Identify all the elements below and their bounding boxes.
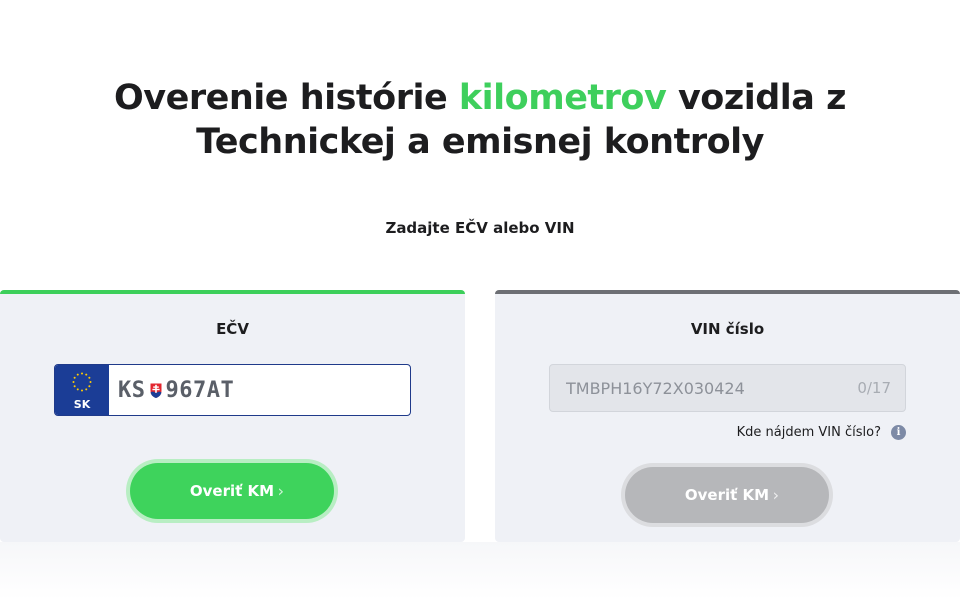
chevron-right-icon: ›: [277, 481, 284, 501]
ecv-submit-wrapper: Overiť KM ›: [126, 459, 338, 523]
vin-input[interactable]: [550, 365, 905, 411]
ecv-verify-label: Overiť KM: [189, 482, 275, 500]
page-title: Overenie histórie kilometrov vozidla z T…: [0, 76, 960, 164]
vin-card-title: VIN číslo: [690, 320, 765, 338]
license-plate-input[interactable]: SK KS 967AT: [54, 364, 411, 416]
vin-submit-wrapper: Overiť KM ›: [621, 463, 833, 527]
vin-verify-label: Overiť KM: [684, 486, 770, 504]
plate-value[interactable]: KS 967AT: [109, 365, 234, 415]
plate-country-code: SK: [73, 398, 91, 411]
chevron-right-icon: ›: [772, 485, 779, 505]
plate-prefix: KS: [118, 377, 146, 403]
page-footer-background: [0, 542, 960, 600]
title-part-1: Overenie histórie: [114, 78, 459, 118]
slovak-crest-icon: [149, 382, 162, 399]
plate-eu-band: SK: [55, 365, 109, 415]
vin-input-container: 0/17: [549, 364, 906, 412]
title-accent: kilometrov: [458, 78, 667, 118]
plate-number: 967AT: [165, 377, 235, 403]
vin-card: VIN číslo 0/17 Kde nájdem VIN číslo? i O…: [495, 290, 960, 542]
eu-stars-icon: [72, 372, 92, 392]
ecv-card-title: EČV: [216, 320, 249, 338]
vin-verify-button[interactable]: Overiť KM ›: [625, 467, 829, 523]
ecv-verify-button[interactable]: Overiť KM ›: [130, 463, 334, 519]
vin-help-link[interactable]: Kde nájdem VIN číslo? i: [737, 425, 906, 440]
instruction-text: Zadajte EČV alebo VIN: [385, 219, 575, 237]
title-part-2: vozidla z: [666, 78, 846, 118]
vin-char-counter: 0/17: [857, 379, 891, 397]
info-icon[interactable]: i: [891, 425, 906, 440]
ecv-card: EČV SK KS 967AT Overiť KM ›: [0, 290, 465, 542]
vin-help-text: Kde nájdem VIN číslo?: [736, 425, 881, 440]
title-line-2: Technickej a emisnej kontroly: [196, 122, 764, 162]
